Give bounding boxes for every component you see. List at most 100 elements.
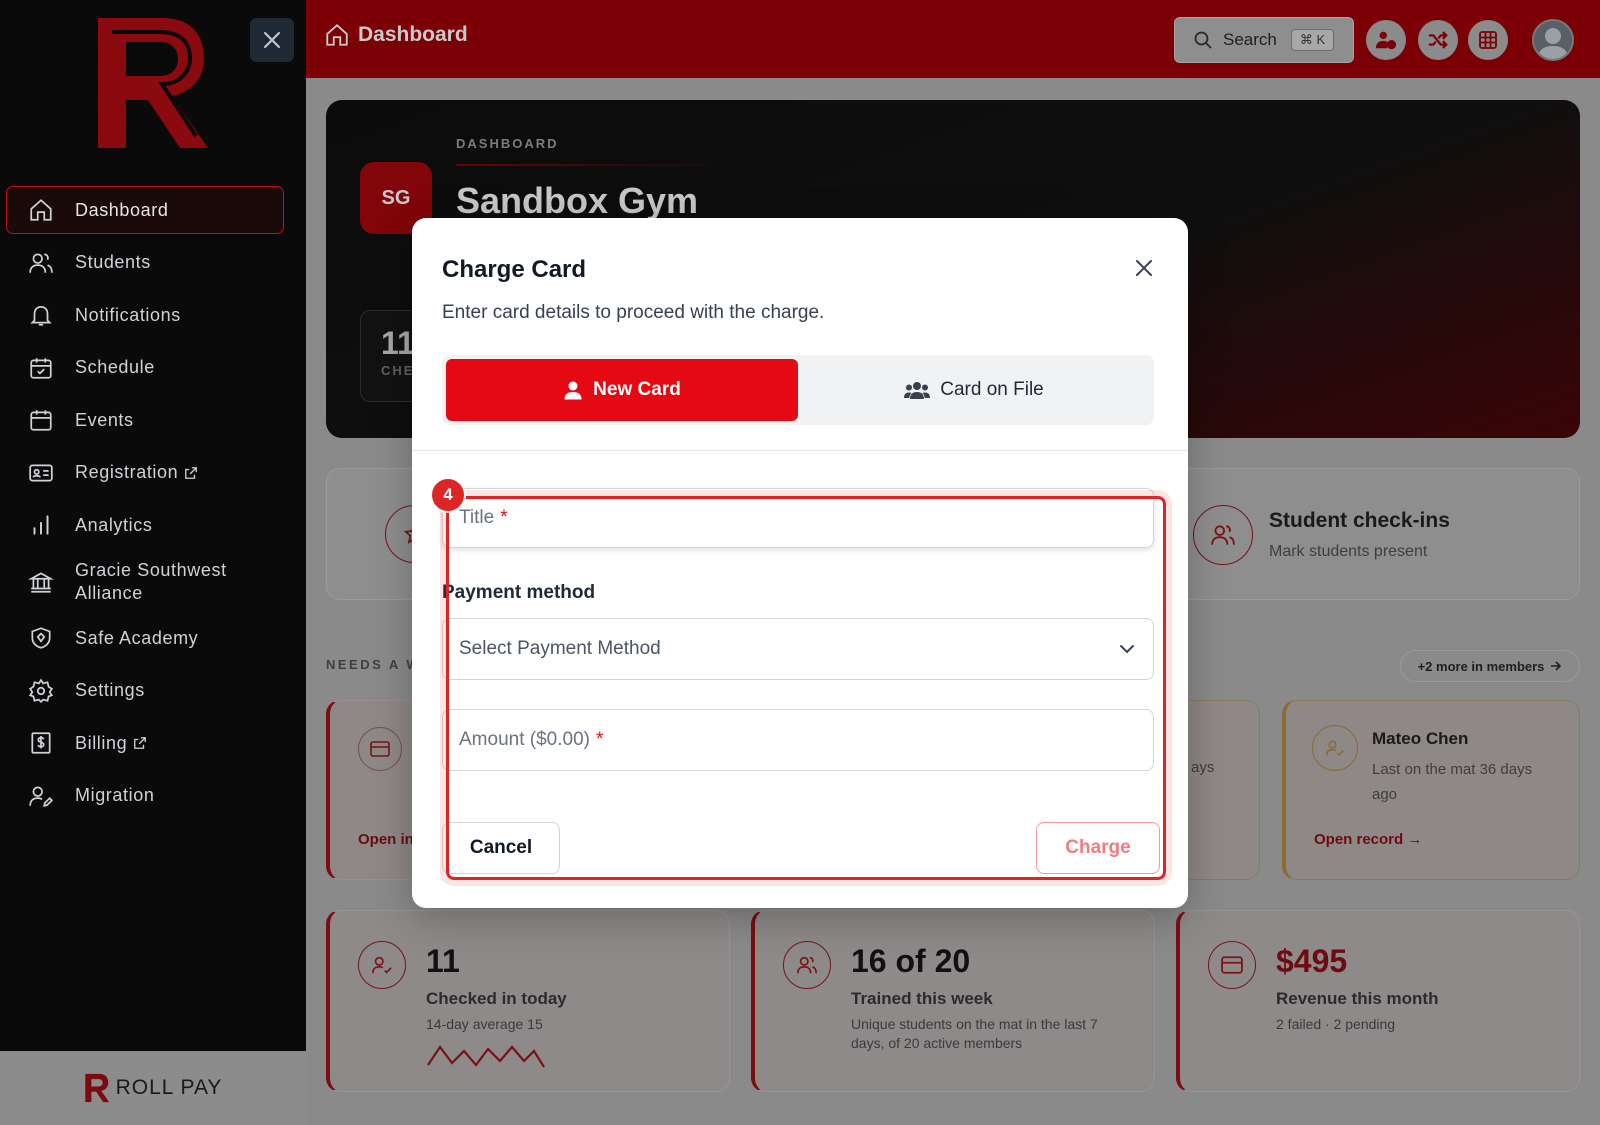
- sidebar-item-gracie-southwest-alliance[interactable]: Gracie Southwest Alliance: [6, 554, 284, 610]
- step-number-badge: 4: [430, 477, 466, 513]
- tab-new-card-label: New Card: [593, 379, 681, 400]
- dialog-close-button[interactable]: [1132, 256, 1156, 280]
- charge-card-dialog: Charge Card Enter card details to procee…: [412, 218, 1188, 908]
- sidebar-footer: ROLL PAY: [0, 1051, 306, 1125]
- search-label: Search: [1223, 30, 1277, 49]
- sidebar-item-students[interactable]: Students: [6, 239, 284, 287]
- stat-sub: 2 failed · 2 pending: [1276, 1016, 1396, 1032]
- user-avatar-icon: [1538, 28, 1568, 59]
- stat-sub: 14-day average 15: [426, 1016, 543, 1032]
- grid-icon: [1479, 31, 1497, 49]
- sidebar-item-events[interactable]: Events: [6, 396, 284, 444]
- member-icon: [1312, 725, 1358, 771]
- more-members-label: +2 more in members: [1417, 658, 1545, 674]
- stat-icon: [358, 941, 406, 989]
- sidebar-item-label: Settings: [75, 680, 145, 700]
- users-icon: [797, 956, 817, 974]
- open-record-label: Open record: [1314, 831, 1404, 848]
- charge-button[interactable]: Charge: [1036, 822, 1160, 874]
- title-input[interactable]: Title *: [442, 488, 1154, 548]
- roll-logo-icon[interactable]: [92, 12, 212, 154]
- sidebar-item-label: Billing: [75, 732, 128, 753]
- user-icon: [563, 380, 583, 400]
- gym-name: Sandbox Gym: [456, 180, 699, 221]
- shuffle-button[interactable]: [1418, 20, 1458, 60]
- attention-card-mateo: Mateo Chen Last on the mat 36 days ago O…: [1282, 700, 1580, 880]
- sidebar-item-settings[interactable]: Settings: [6, 667, 284, 715]
- amount-input[interactable]: Amount ($0.00) *: [442, 709, 1154, 771]
- stat-value: 11: [426, 943, 460, 979]
- student-check-ins-icon[interactable]: [1193, 505, 1253, 565]
- student-check-ins-subtitle: Mark students present: [1269, 543, 1428, 560]
- external-link-icon: [133, 736, 147, 750]
- hero-eyebrow: DASHBOARD: [456, 136, 559, 151]
- user-money-button[interactable]: [1366, 20, 1406, 60]
- sidebar-item-analytics[interactable]: Analytics: [6, 501, 284, 549]
- id-card-icon: [27, 459, 55, 487]
- tab-card-on-file[interactable]: Card on File: [798, 359, 1150, 421]
- stat-revenue: $495 Revenue this month 2 failed · 2 pen…: [1176, 910, 1580, 1092]
- sidebar: Dashboard Students Notifications Schedul…: [0, 0, 306, 1125]
- user-dollar-icon: [1375, 31, 1397, 50]
- sidebar-item-label: Events: [75, 409, 134, 430]
- attention-card-3-text: ays: [1191, 759, 1215, 776]
- bell-icon: [27, 301, 55, 329]
- sidebar-item-safe-academy[interactable]: Safe Academy: [6, 614, 284, 662]
- sparkline-icon: [427, 1045, 545, 1068]
- stat-label: Revenue this month: [1276, 989, 1439, 1008]
- bar-chart-icon: [27, 511, 55, 539]
- title-placeholder: Title: [459, 507, 495, 528]
- credit-card-icon: [1221, 956, 1243, 974]
- payment-method-select[interactable]: Select Payment Method: [442, 618, 1154, 680]
- more-members-link[interactable]: +2 more in members: [1400, 650, 1580, 682]
- member-name: Mateo Chen: [1372, 729, 1469, 748]
- sidebar-close-button[interactable]: [250, 18, 294, 62]
- home-icon: [27, 196, 55, 224]
- sidebar-item-dashboard[interactable]: Dashboard: [6, 186, 284, 234]
- users-icon: [1211, 525, 1235, 545]
- calendar-check-icon: [27, 354, 55, 382]
- search-button[interactable]: Search ⌘ K: [1174, 17, 1354, 63]
- stat-checked-in: 11 Checked in today 14-day average 15: [326, 910, 730, 1092]
- payment-method-label: Payment method: [442, 582, 596, 603]
- tab-new-card[interactable]: New Card: [446, 359, 798, 421]
- sidebar-item-schedule[interactable]: Schedule: [6, 344, 284, 392]
- search-icon: [1193, 30, 1213, 50]
- stat-label: Trained this week: [851, 989, 993, 1008]
- bank-icon: [27, 568, 55, 596]
- user-check-icon: [372, 956, 392, 974]
- footer-brand-text: ROLL PAY: [115, 1076, 223, 1099]
- hero-divider: [456, 164, 736, 166]
- open-record-link[interactable]: Open record →: [1314, 831, 1422, 848]
- amount-placeholder: Amount ($0.00): [459, 729, 590, 750]
- credit-card-icon: [370, 741, 390, 757]
- chevron-down-icon: [1120, 645, 1134, 654]
- cancel-button[interactable]: Cancel: [442, 822, 560, 874]
- required-mark: *: [595, 729, 604, 750]
- open-in-link[interactable]: Open in: [358, 831, 414, 848]
- gear-icon: [27, 677, 55, 705]
- dialog-divider: [412, 450, 1188, 451]
- sidebar-item-billing[interactable]: Billing: [6, 719, 284, 767]
- stat-icon: [783, 941, 831, 989]
- stat-sub: Unique students on the mat in the last 7…: [851, 1016, 1098, 1051]
- close-icon: [263, 31, 281, 49]
- sidebar-item-label: Analytics: [75, 514, 153, 535]
- stat-icon: [1208, 941, 1256, 989]
- attention-card-1: Open in: [326, 700, 426, 880]
- dialog-title: Charge Card: [442, 256, 587, 283]
- avatar[interactable]: [1532, 19, 1574, 61]
- user-edit-icon: [27, 782, 55, 810]
- stat-value: 16 of 20: [851, 943, 971, 979]
- student-check-ins-title[interactable]: Student check-ins: [1269, 509, 1450, 533]
- grid-button[interactable]: [1468, 20, 1508, 60]
- sidebar-item-label: Safe Academy: [75, 627, 199, 648]
- sidebar-item-registration[interactable]: Registration: [6, 449, 284, 497]
- roll-pay-logo-icon: [84, 1073, 109, 1103]
- shuffle-icon: [1428, 31, 1448, 49]
- sidebar-item-notifications[interactable]: Notifications: [6, 291, 284, 339]
- stat-value: $495: [1276, 943, 1348, 979]
- users-icon: [904, 380, 931, 400]
- sidebar-item-migration[interactable]: Migration: [6, 772, 284, 820]
- sidebar-item-label: Registration: [75, 462, 179, 482]
